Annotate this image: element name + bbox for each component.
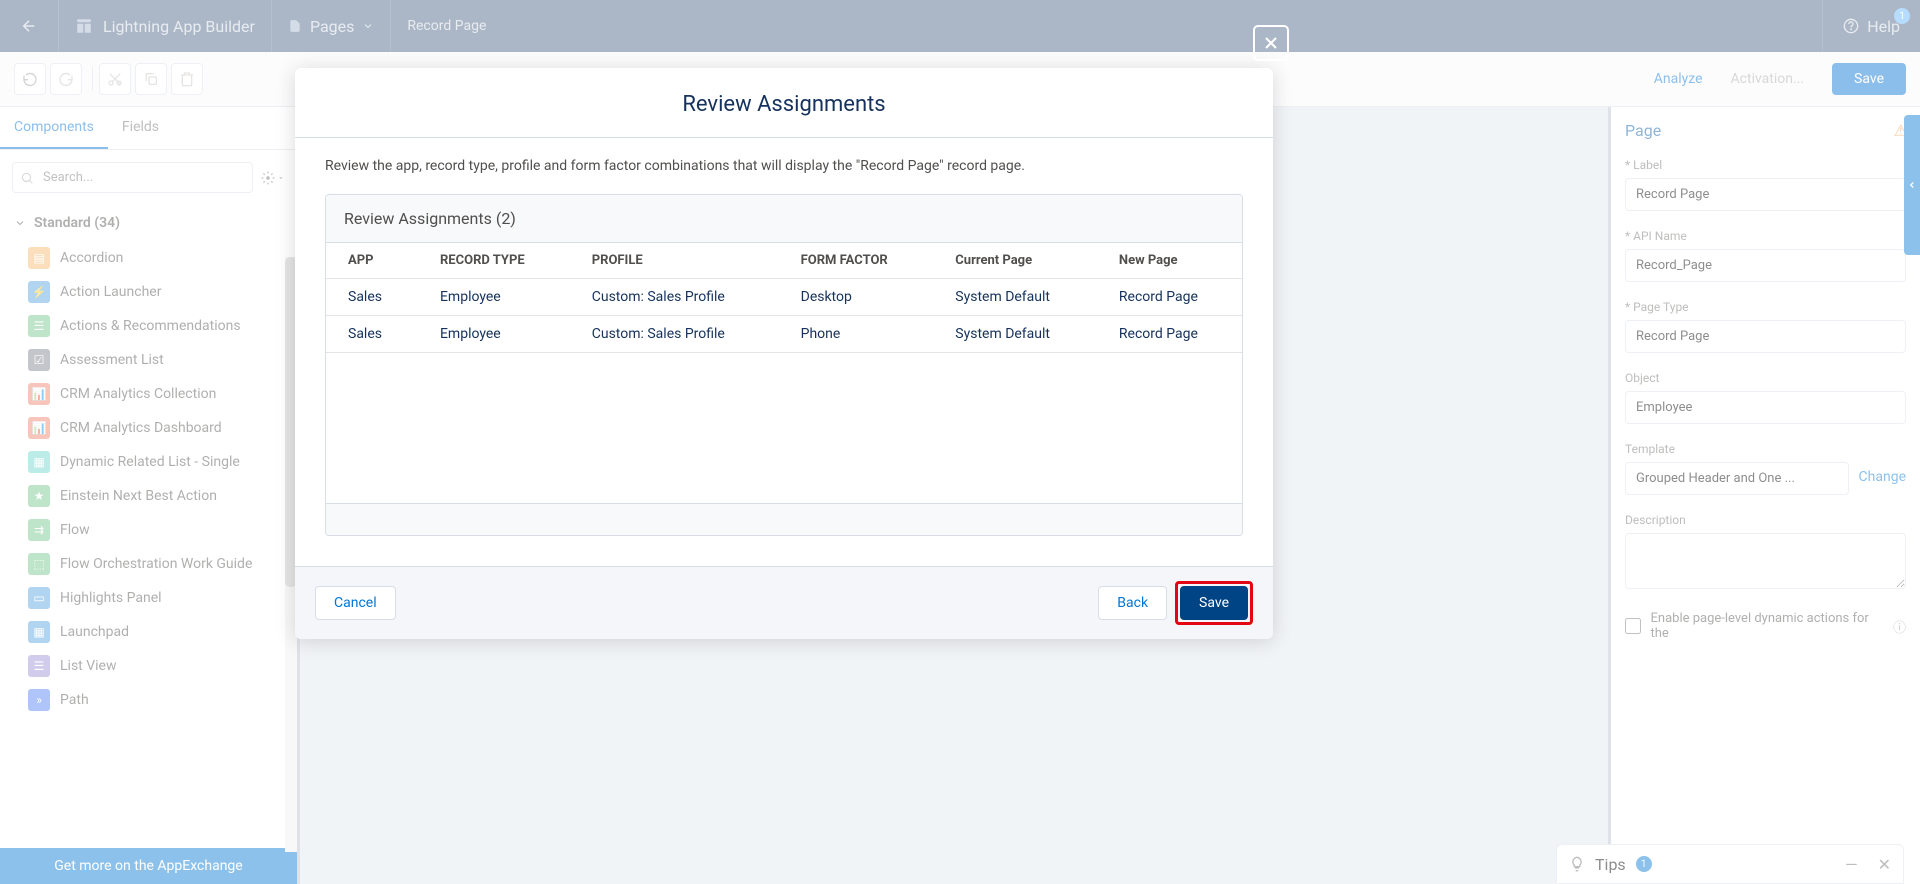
col-record-type: RECORD TYPE bbox=[418, 243, 570, 279]
col-current-page: Current Page bbox=[933, 243, 1097, 279]
assignments-table-box: Review Assignments (2) APP RECORD TYPE P… bbox=[325, 194, 1243, 536]
modal-close-button[interactable] bbox=[1253, 25, 1289, 61]
save-highlight: Save bbox=[1175, 581, 1253, 625]
table-section-title: Review Assignments (2) bbox=[326, 195, 1242, 243]
col-app: APP bbox=[326, 243, 418, 279]
modal-title: Review Assignments bbox=[315, 92, 1253, 117]
modal-description: Review the app, record type, profile and… bbox=[325, 158, 1243, 174]
col-new-page: New Page bbox=[1097, 243, 1242, 279]
col-form-factor: FORM FACTOR bbox=[779, 243, 934, 279]
modal-save-button[interactable]: Save bbox=[1180, 586, 1248, 620]
review-assignments-modal: Review Assignments Review the app, recor… bbox=[295, 68, 1273, 639]
close-icon bbox=[1261, 33, 1281, 53]
assignments-table: APP RECORD TYPE PROFILE FORM FACTOR Curr… bbox=[326, 243, 1242, 353]
col-profile: PROFILE bbox=[570, 243, 779, 279]
table-row: Sales Employee Custom: Sales Profile Des… bbox=[326, 279, 1242, 316]
back-button[interactable]: Back bbox=[1098, 586, 1167, 620]
table-row: Sales Employee Custom: Sales Profile Pho… bbox=[326, 316, 1242, 353]
cancel-button[interactable]: Cancel bbox=[315, 586, 396, 620]
